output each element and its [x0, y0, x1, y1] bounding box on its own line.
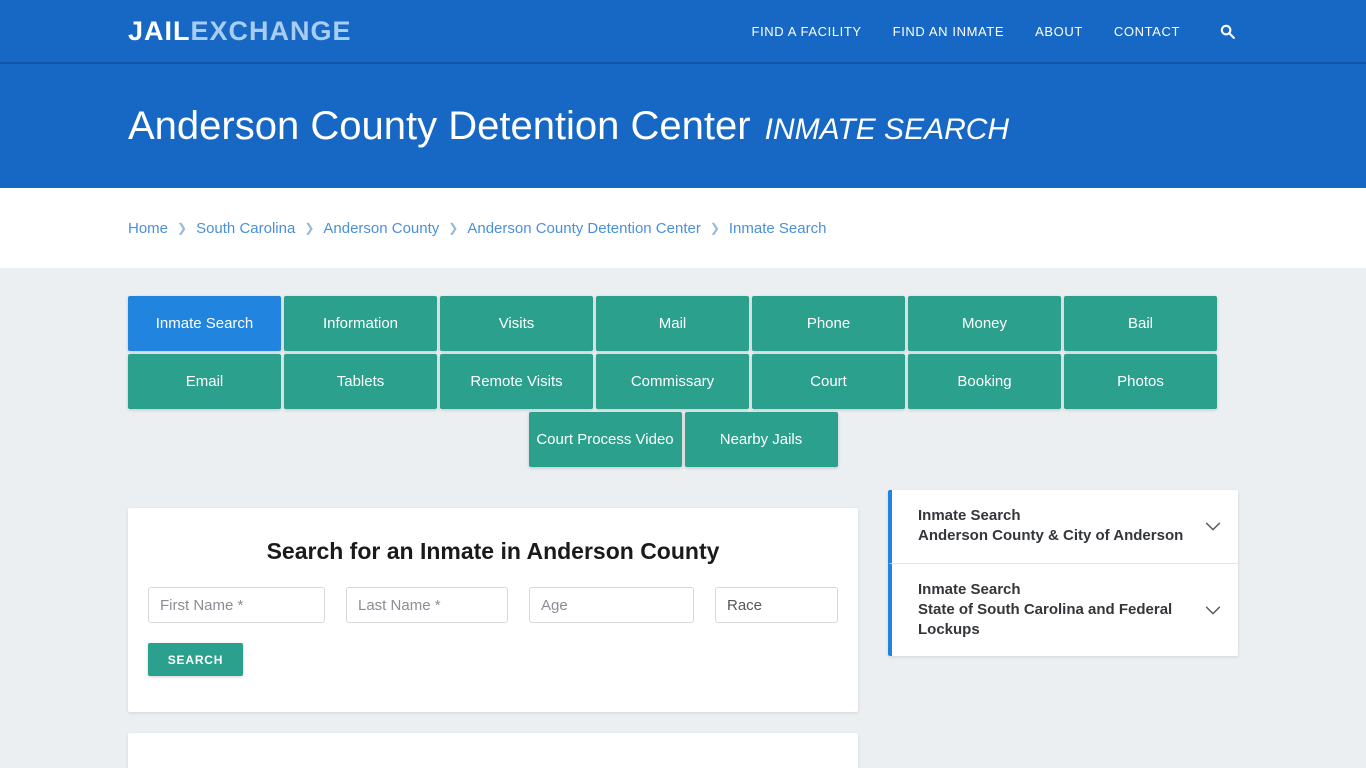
tab-visits[interactable]: Visits: [440, 296, 593, 351]
tab-commissary[interactable]: Commissary: [596, 354, 749, 409]
tab-row-2: Email Tablets Remote Visits Commissary C…: [128, 354, 1238, 409]
tab-court-process-video[interactable]: Court Process Video: [528, 412, 682, 467]
accordion-item-anderson-county[interactable]: Inmate Search Anderson County & City of …: [888, 490, 1238, 564]
accordion-item-title: Inmate Search: [918, 580, 1021, 598]
chevron-down-icon[interactable]: [1202, 599, 1224, 621]
breadcrumb-item-inmate-search[interactable]: Inmate Search: [729, 220, 827, 237]
nav-item-find-an-inmate[interactable]: FIND AN INMATE: [893, 24, 1004, 39]
tab-information[interactable]: Information: [284, 296, 437, 351]
tab-photos[interactable]: Photos: [1064, 354, 1217, 409]
accordion-item-state-federal[interactable]: Inmate Search State of South Carolina an…: [888, 563, 1238, 657]
nav-item-find-a-facility[interactable]: FIND A FACILITY: [752, 24, 862, 39]
tab-booking[interactable]: Booking: [908, 354, 1061, 409]
main-content-columns: Search for an Inmate in Anderson County …: [128, 490, 1238, 768]
page-body: Inmate Search Information Visits Mail Ph…: [0, 268, 1366, 768]
site-logo[interactable]: JAILEXCHANGE: [128, 15, 352, 46]
tab-bail[interactable]: Bail: [1064, 296, 1217, 351]
inmate-search-accordion: Inmate Search Anderson County & City of …: [888, 490, 1238, 657]
inmate-search-card: Search for an Inmate in Anderson County …: [128, 508, 858, 712]
right-column: Inmate Search Anderson County & City of …: [888, 490, 1238, 657]
tab-row-3: Court Process Video Nearby Jails: [128, 412, 1238, 467]
hero-banner: Anderson County Detention Center INMATE …: [0, 64, 1366, 188]
left-column: Search for an Inmate in Anderson County …: [128, 508, 858, 768]
breadcrumb-item-anderson-county-detention-center[interactable]: Anderson County Detention Center: [467, 220, 700, 237]
tab-nearby-jails[interactable]: Nearby Jails: [684, 412, 838, 467]
breadcrumb-item-south-carolina[interactable]: South Carolina: [196, 220, 295, 237]
age-input[interactable]: [529, 587, 694, 623]
facility-tab-grid: Inmate Search Information Visits Mail Ph…: [128, 296, 1238, 467]
breadcrumb-item-anderson-county[interactable]: Anderson County: [323, 220, 439, 237]
tab-mail[interactable]: Mail: [596, 296, 749, 351]
page-title: Anderson County Detention Center: [128, 104, 751, 148]
last-name-input[interactable]: [346, 587, 508, 623]
primary-nav: FIND A FACILITY FIND AN INMATE ABOUT CON…: [752, 20, 1238, 42]
breadcrumb-separator-icon: ❯: [448, 221, 459, 235]
race-select[interactable]: Race: [715, 587, 838, 623]
tab-tablets[interactable]: Tablets: [284, 354, 437, 409]
breadcrumb-bar: Home ❯ South Carolina ❯ Anderson County …: [0, 188, 1366, 268]
search-form-fields: Race: [148, 587, 838, 623]
tab-phone[interactable]: Phone: [752, 296, 905, 351]
breadcrumb-separator-icon: ❯: [304, 221, 315, 235]
accordion-item-text: Inmate Search Anderson County & City of …: [918, 506, 1192, 547]
chevron-down-icon[interactable]: [1202, 515, 1224, 537]
top-navigation-bar: JAILEXCHANGE FIND A FACILITY FIND AN INM…: [0, 0, 1366, 64]
accordion-item-text: Inmate Search State of South Carolina an…: [918, 580, 1192, 641]
tab-court[interactable]: Court: [752, 354, 905, 409]
breadcrumb-item-home[interactable]: Home: [128, 220, 168, 237]
secondary-results-card: [128, 733, 858, 768]
tab-email[interactable]: Email: [128, 354, 281, 409]
first-name-input[interactable]: [148, 587, 325, 623]
breadcrumb-separator-icon: ❯: [709, 221, 720, 235]
nav-item-contact[interactable]: CONTACT: [1114, 24, 1180, 39]
search-submit-button[interactable]: SEARCH: [148, 643, 243, 676]
accordion-item-title: Inmate Search: [918, 507, 1021, 524]
tab-remote-visits[interactable]: Remote Visits: [440, 354, 593, 409]
tab-row-1: Inmate Search Information Visits Mail Ph…: [128, 296, 1238, 351]
breadcrumb-separator-icon: ❯: [177, 221, 188, 235]
nav-item-about[interactable]: ABOUT: [1035, 24, 1083, 39]
logo-text-jail: JAIL: [128, 15, 191, 46]
tab-money[interactable]: Money: [908, 296, 1061, 351]
accordion-item-subtitle: State of South Carolina and Federal Lock…: [918, 600, 1173, 638]
search-icon[interactable]: [1216, 20, 1238, 42]
logo-text-exchange: EXCHANGE: [190, 15, 352, 46]
tab-inmate-search[interactable]: Inmate Search: [128, 296, 281, 351]
search-card-heading: Search for an Inmate in Anderson County: [266, 538, 720, 564]
accordion-item-subtitle: Anderson County & City of Anderson: [918, 527, 1184, 545]
breadcrumb: Home ❯ South Carolina ❯ Anderson County …: [128, 220, 826, 237]
page-title-suffix: INMATE SEARCH: [764, 113, 1010, 146]
